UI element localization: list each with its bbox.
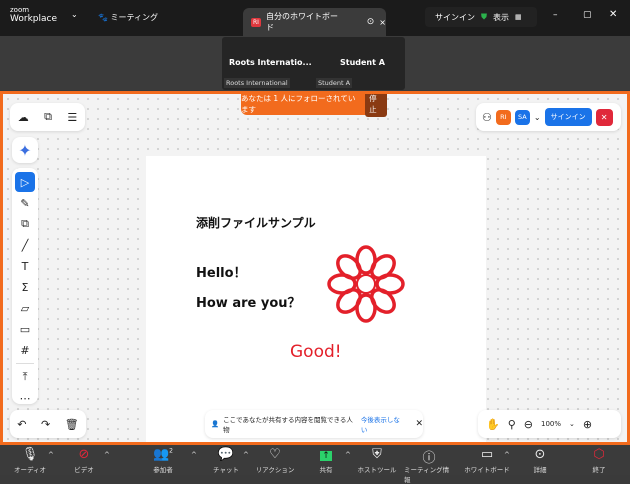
participant-tiles: Roots Internatio... Roots International …	[222, 37, 405, 90]
pages-icon[interactable]: ⧉	[44, 110, 52, 124]
upload-icon[interactable]: ⤒	[15, 367, 35, 387]
document-title: 添削ファイルサンプル	[196, 216, 316, 230]
line-tool-icon[interactable]: ╱	[15, 235, 35, 255]
view-toolbar: ✋ ⚲ ⊖ 100% ⌄ ⊕	[478, 410, 621, 438]
chevron-up-icon[interactable]: ^	[48, 451, 54, 459]
comment-icon[interactable]: ▭	[15, 319, 35, 339]
formula-tool-icon[interactable]: Σ	[15, 277, 35, 297]
participants-icon: 👥2	[152, 447, 173, 462]
ai-assistant-button[interactable]: ✦	[12, 137, 38, 163]
avatar-sa[interactable]: SA	[514, 109, 530, 125]
more-icon: ⊙	[534, 447, 546, 462]
participant-label: Student A	[316, 78, 353, 88]
chevron-down-icon[interactable]: ⌄	[71, 10, 78, 19]
annotation-text[interactable]: Good!	[290, 342, 342, 362]
more-tools-icon[interactable]: ⋯	[15, 388, 35, 408]
host-tools-button[interactable]: ⛨ ホストツール	[352, 447, 402, 474]
flower-drawing[interactable]	[326, 244, 406, 324]
video-button[interactable]: ⊘ ビデオ	[59, 447, 109, 474]
shapes-tool-icon[interactable]: ⧉	[15, 214, 35, 234]
undo-icon[interactable]: ↶	[17, 418, 26, 431]
chevron-up-icon[interactable]: ^	[191, 451, 197, 459]
chat-icon: 💬	[217, 447, 235, 462]
view-button[interactable]: 表示	[493, 12, 509, 23]
microphone-icon: 🎙	[21, 447, 39, 462]
whiteboard-icon: ▭	[480, 447, 494, 462]
divider	[16, 363, 34, 364]
avatar-ri[interactable]: RI	[495, 109, 511, 125]
tab-badge: RI	[251, 17, 261, 27]
menu-icon[interactable]: ☰	[67, 111, 77, 124]
document-line: Hello！	[196, 266, 247, 281]
close-tab-icon[interactable]: ×	[379, 18, 386, 27]
chevron-up-icon[interactable]: ^	[104, 451, 110, 459]
participant-label: Roots International	[224, 78, 290, 88]
more-button[interactable]: ⊙ 詳細	[515, 447, 565, 474]
document-line: How are you？	[196, 296, 301, 311]
frame-tool-icon[interactable]: #	[15, 340, 35, 360]
document-page: 添削ファイルサンプル Hello！ How are you？ Good!	[146, 156, 486, 442]
select-tool-icon[interactable]: ▷	[15, 172, 35, 192]
zoom-logo: zoom Workplace	[10, 6, 58, 24]
chevron-up-icon[interactable]: ^	[243, 451, 249, 459]
stop-button[interactable]: 停止	[365, 94, 387, 117]
info-icon: ⓘ	[422, 451, 436, 466]
redo-icon[interactable]: ↷	[41, 418, 50, 431]
history-toolbar: ↶ ↷ 🗑	[10, 410, 86, 438]
participant-name: Roots Internatio...	[229, 58, 312, 67]
share-button[interactable]: ↑ 共有	[301, 447, 351, 474]
sparkle-icon: ✦	[18, 140, 32, 160]
heart-icon: ♡	[269, 447, 281, 462]
close-icon[interactable]: ✕	[609, 9, 617, 20]
more-icon[interactable]: ⊙	[367, 17, 375, 27]
maximize-icon[interactable]: ▢	[583, 10, 592, 20]
participants-button[interactable]: 👥2 参加者	[138, 447, 188, 474]
zoom-level[interactable]: 100%	[541, 420, 561, 428]
close-whiteboard-button[interactable]: ✕	[595, 108, 613, 126]
follow-banner: あなたは 1 人にフォローされています 停止	[241, 94, 387, 117]
chevron-down-icon[interactable]: ⌄	[534, 113, 541, 122]
share-icon: ↑	[320, 451, 332, 461]
file-toolbar: ☁ ⧉ ☰	[10, 103, 85, 131]
dont-show-again-link[interactable]: 今後表示しない	[361, 414, 406, 434]
meeting-toolbar: 🎙 オーディオ ^ ⊘ ビデオ ^ 👥2 参加者 ^ 💬 チャット ^ ♡ リアクション …	[0, 445, 630, 484]
close-notice-icon[interactable]: ✕	[415, 419, 423, 429]
meeting-tab[interactable]: 🐾 ミーティング	[98, 12, 158, 23]
flower-center	[356, 274, 376, 294]
title-bar: zoom Workplace ⌄ 🐾 ミーティング RI 自分のホワイトボード …	[0, 0, 630, 36]
cloud-save-icon[interactable]: ☁	[18, 111, 29, 124]
whiteboard-tab[interactable]: RI 自分のホワイトボード ⊙ ×	[243, 8, 386, 36]
drawing-tools: ▷ ✎ ⧉ ╱ T Σ ▱ ▭ # ⤒ ⋯	[12, 168, 38, 405]
video-off-icon: ⊘	[78, 447, 90, 462]
locate-icon[interactable]: ⚲	[508, 418, 516, 431]
zoom-out-icon[interactable]: ⊖	[524, 418, 533, 431]
shield-icon: ⛨	[372, 447, 382, 462]
chevron-up-icon[interactable]: ^	[504, 451, 510, 459]
person-icon: 👤	[211, 420, 220, 428]
sticky-note-icon[interactable]: ▱	[15, 298, 35, 318]
collab-toolbar: ⚇ RI SA ⌄ サインイン ✕	[476, 103, 621, 131]
minimize-icon[interactable]: –	[553, 10, 558, 20]
end-icon: ⬡	[593, 447, 605, 462]
zoom-in-icon[interactable]: ⊕	[583, 418, 592, 431]
chevron-up-icon[interactable]: ^	[345, 451, 351, 459]
pen-tool-icon[interactable]: ✎	[15, 193, 35, 213]
meeting-info-button[interactable]: ⓘ ミーティング情報	[404, 447, 454, 484]
share-people-icon[interactable]: ⚇	[482, 111, 492, 124]
shield-check-icon: ⛊	[481, 12, 487, 21]
reactions-button[interactable]: ♡ リアクション	[250, 447, 300, 474]
signin-button[interactable]: サインイン	[544, 108, 592, 126]
hand-icon[interactable]: ✋	[486, 418, 500, 431]
text-tool-icon[interactable]: T	[15, 256, 35, 276]
trash-icon[interactable]: 🗑	[65, 418, 79, 431]
signin-link[interactable]: サインイン	[435, 12, 475, 23]
end-button[interactable]: ⬡ 終了	[574, 447, 624, 474]
whiteboard-canvas[interactable]: 添削ファイルサンプル Hello！ How are you？ Good! あなた…	[0, 91, 630, 445]
participant-name: Student A	[340, 58, 385, 67]
chevron-down-icon[interactable]: ⌄	[569, 420, 575, 428]
share-notice: 👤 ここであなたが共有する内容を閲覧できる人物 今後表示しない ✕	[205, 410, 423, 438]
